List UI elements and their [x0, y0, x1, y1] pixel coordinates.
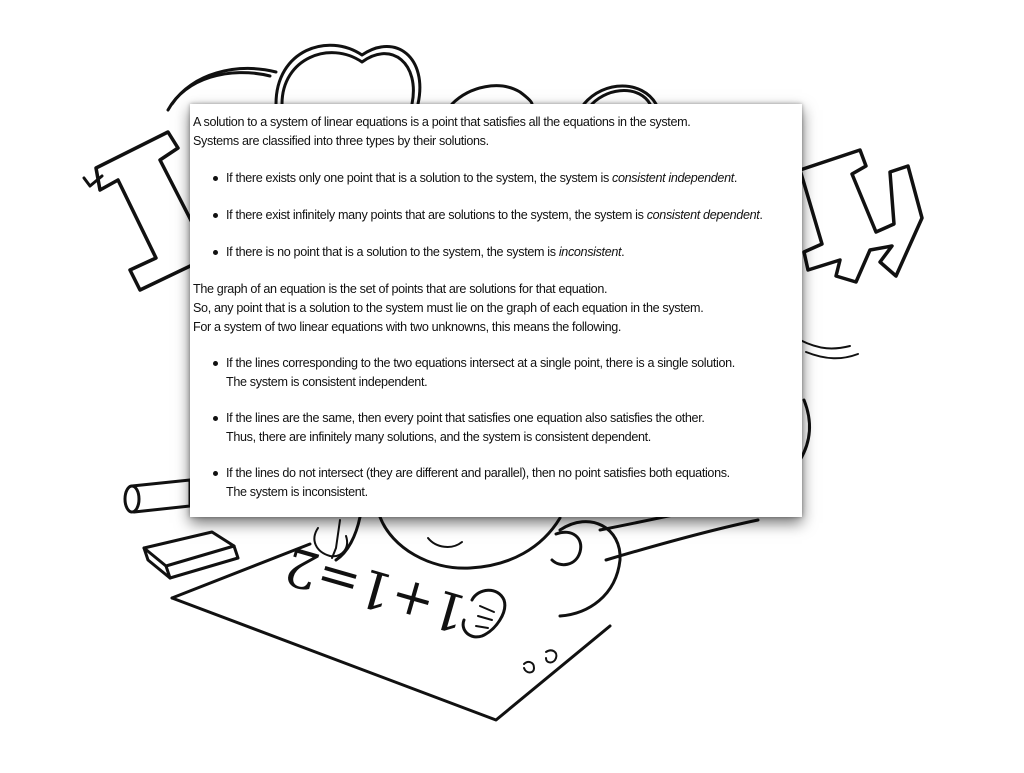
banner-letter-arc — [450, 84, 534, 106]
chalk-stick — [123, 478, 192, 514]
banner-letter-h — [798, 148, 924, 284]
intro-line-1: A solution to a system of linear equatio… — [193, 115, 691, 129]
list-item: If there exists only one point that is a… — [193, 169, 802, 188]
line-case-list: If the lines corresponding to the two eq… — [193, 354, 802, 502]
list-item-text: If there exist infinitely many points th… — [226, 208, 647, 222]
bullet-icon — [213, 250, 218, 255]
graph-line-1: The graph of an equation is the set of p… — [193, 282, 608, 296]
text-card: A solution to a system of linear equatio… — [190, 104, 802, 517]
list-item-end: . — [733, 171, 738, 185]
list-item-term: consistent independent — [612, 171, 734, 185]
bullet-icon — [213, 176, 218, 181]
eraser — [142, 530, 240, 580]
list-item-term: consistent dependent — [646, 208, 760, 222]
list-item-line-1: If the lines corresponding to the two eq… — [226, 356, 735, 370]
list-item: If the lines corresponding to the two eq… — [193, 354, 802, 392]
list-item-text: If there exists only one point that is a… — [226, 171, 613, 185]
list-item: If the lines are the same, then every po… — [193, 409, 802, 447]
graph-line-3: For a system of two linear equations wit… — [193, 320, 622, 334]
list-item-line-1: If the lines are the same, then every po… — [226, 411, 705, 425]
list-item: If the lines do not intersect (they are … — [193, 464, 802, 502]
list-item-text: If there is no point that is a solution … — [226, 245, 559, 259]
solution-type-list: If there exists only one point that is a… — [193, 169, 802, 262]
bullet-icon — [213, 471, 218, 476]
list-item: If there is no point that is a solution … — [193, 243, 802, 262]
banner-heart-top — [280, 51, 415, 106]
list-item: If there exist infinitely many points th… — [193, 206, 802, 225]
list-item-line-2: Thus, there are infinitely many solution… — [226, 430, 651, 444]
intro-line-2: Systems are classified into three types … — [193, 134, 489, 148]
list-item-line-2: The system is consistent independent. — [226, 375, 428, 389]
bullet-icon — [213, 361, 218, 366]
list-item-line-2: The system is inconsistent. — [226, 485, 368, 499]
bullet-icon — [213, 213, 218, 218]
graph-line-2: So, any point that is a solution to the … — [193, 301, 704, 315]
list-item-line-1: If the lines do not intersect (they are … — [226, 466, 730, 480]
bullet-icon — [213, 416, 218, 421]
paper-equation: 1+1=2 — [278, 534, 474, 643]
list-item-end: . — [621, 245, 625, 259]
list-item-end: . — [759, 208, 763, 222]
list-item-term: inconsistent — [558, 245, 622, 259]
